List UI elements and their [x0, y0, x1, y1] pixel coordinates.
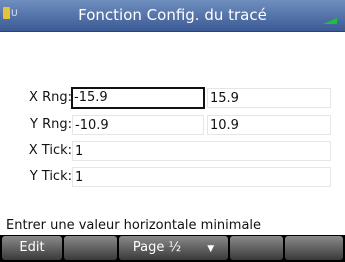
- yrng-max-field[interactable]: 10.9: [207, 115, 331, 135]
- xrng-min-field[interactable]: -15.9: [71, 87, 205, 109]
- yrng-label: Y Rng:: [30, 117, 72, 132]
- softkey-6[interactable]: [285, 236, 343, 260]
- help-text: Entrer une valeur horizontale minimale: [6, 218, 262, 233]
- xtick-label-row: X Tick:: [0, 141, 72, 161]
- page-label: Page ½: [132, 240, 182, 255]
- yrng-min-field[interactable]: -10.9: [72, 115, 204, 135]
- ytick-label: Y Tick:: [29, 169, 72, 184]
- page-title: Fonction Config. du tracé: [78, 6, 267, 24]
- ytick-label-row: Y Tick:: [0, 167, 72, 187]
- page-button[interactable]: Page ½ ▼: [119, 236, 228, 260]
- softkey-5[interactable]: [230, 236, 283, 260]
- xtick-label: X Tick:: [28, 143, 72, 158]
- xrng-label-row: X Rng:: [0, 88, 72, 108]
- xtick-field[interactable]: 1: [72, 141, 331, 161]
- page-down-icon: ▼: [207, 244, 215, 254]
- xrng-label: X Rng:: [29, 90, 72, 105]
- softkey-2[interactable]: [64, 236, 117, 260]
- yrng-label-row: Y Rng:: [0, 115, 72, 135]
- edit-button[interactable]: Edit: [2, 236, 62, 260]
- title-bar: U Fonction Config. du tracé: [0, 0, 345, 32]
- softkey-menu: Edit Page ½ ▼: [0, 235, 345, 262]
- ytick-field[interactable]: 1: [72, 167, 331, 187]
- xrng-max-field[interactable]: 15.9: [207, 88, 331, 108]
